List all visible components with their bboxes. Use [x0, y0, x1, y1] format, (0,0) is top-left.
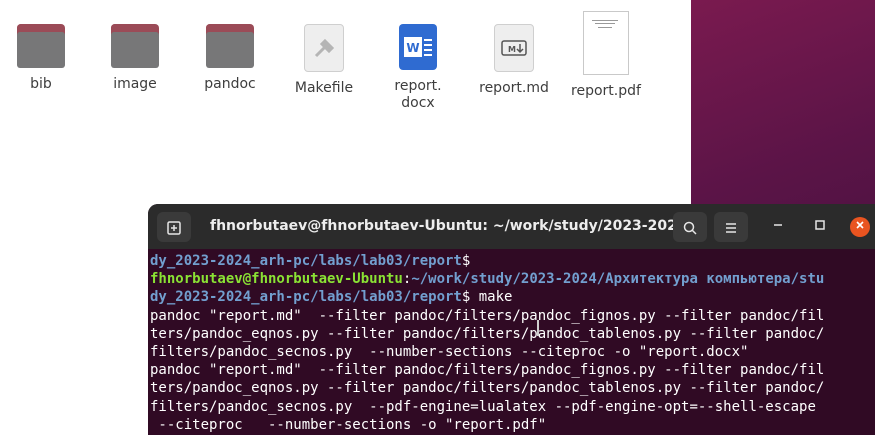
new-tab-icon [166, 218, 182, 236]
terminal-output[interactable]: dy_2023-2024_arh-pc/labs/lab03/report$ fh… [150, 252, 875, 434]
search-button[interactable] [673, 212, 707, 242]
file-label: image [113, 76, 157, 92]
terminal-line: --citeproc --number-sections -o "report.… [150, 416, 875, 434]
file-item-report-md[interactable]: M report.md [467, 24, 561, 97]
terminal-text: $ make [461, 289, 513, 306]
minimize-button[interactable] [768, 217, 788, 237]
terminal-line: pandoc "report.md" --filter pandoc/filte… [150, 307, 875, 325]
file-item-image[interactable]: image [88, 24, 182, 93]
file-label-line-2: docx [401, 95, 435, 111]
markdown-icon: M [494, 24, 534, 72]
file-item-report-pdf[interactable]: report.pdf [559, 11, 653, 100]
terminal-line: fhnorbutaev@fhnorbutaev-Ubuntu:~/work/st… [150, 270, 875, 288]
file-label: report.md [479, 80, 549, 96]
file-label: pandoc [204, 76, 256, 92]
terminal-line: filters/pandoc_secnos.py --pdf-engine=lu… [150, 398, 875, 416]
terminal-text: --citeproc --number-sections -o "report.… [150, 416, 547, 433]
hamburger-menu-icon [724, 218, 738, 236]
svg-text:W: W [406, 41, 419, 55]
maximize-button[interactable] [810, 217, 830, 237]
terminal-text: pandoc "report.md" --filter pandoc/filte… [150, 362, 825, 379]
terminal-titlebar[interactable]: fhnorbutaev@fhnorbutaev-Ubuntu: ~/work/s… [148, 204, 875, 249]
terminal-text: ters/pandoc_eqnos.py --filter pandoc/fil… [150, 380, 825, 397]
text-cursor-icon [537, 320, 539, 336]
word-document-icon: W [399, 24, 437, 70]
pdf-thumbnail-icon [583, 11, 629, 75]
folder-icon [206, 24, 254, 68]
maximize-icon [814, 219, 826, 235]
terminal-text: dy_2023-2024_arh-pc/labs/lab03/report [150, 289, 462, 306]
terminal-line: dy_2023-2024_arh-pc/labs/lab03/report$ m… [150, 288, 875, 306]
terminal-text: filters/pandoc_secnos.py --number-sectio… [150, 343, 749, 360]
folder-icon [111, 24, 159, 68]
terminal-text: filters/pandoc_secnos.py --pdf-engine=lu… [150, 398, 816, 415]
folder-icon [17, 24, 65, 68]
terminal-text: pandoc "report.md" --filter pandoc/filte… [150, 307, 825, 324]
makefile-icon [304, 24, 344, 72]
terminal-text: ters/pandoc_eqnos.py --filter pandoc/fil… [150, 325, 825, 342]
new-tab-button[interactable] [157, 212, 191, 242]
terminal-line: pandoc "report.md" --filter pandoc/filte… [150, 361, 875, 379]
menu-button[interactable] [714, 212, 748, 242]
terminal-text: ~/work/study/2023-2024/Архитектура компь… [411, 271, 825, 288]
terminal-window[interactable]: fhnorbutaev@fhnorbutaev-Ubuntu: ~/work/s… [148, 204, 875, 435]
file-label: bib [30, 76, 52, 92]
terminal-line: dy_2023-2024_arh-pc/labs/lab03/report$ [150, 252, 875, 270]
file-label: Makefile [294, 80, 354, 96]
terminal-title: fhnorbutaev@fhnorbutaev-Ubuntu: ~/work/s… [210, 218, 703, 234]
terminal-line: ters/pandoc_eqnos.py --filter pandoc/fil… [150, 379, 875, 397]
file-item-bib[interactable]: bib [0, 24, 88, 93]
search-icon [682, 218, 698, 236]
file-item-report-docx[interactable]: W report. docx [371, 24, 465, 112]
svg-text:M: M [508, 45, 516, 54]
terminal-text: dy_2023-2024_arh-pc/labs/lab03/report [150, 253, 462, 269]
minimize-icon [772, 219, 784, 235]
file-label-line-1: report. [394, 78, 442, 94]
close-icon [855, 219, 865, 234]
file-item-makefile[interactable]: Makefile [277, 24, 371, 97]
terminal-line: filters/pandoc_secnos.py --number-sectio… [150, 343, 875, 361]
file-item-pandoc[interactable]: pandoc [183, 24, 277, 93]
close-button[interactable] [850, 217, 870, 237]
terminal-text: $ [461, 253, 471, 269]
terminal-text: fhnorbutaev@fhnorbutaev-Ubuntu [150, 271, 403, 288]
terminal-line: ters/pandoc_eqnos.py --filter pandoc/fil… [150, 325, 875, 343]
file-label: report.pdf [571, 83, 641, 99]
